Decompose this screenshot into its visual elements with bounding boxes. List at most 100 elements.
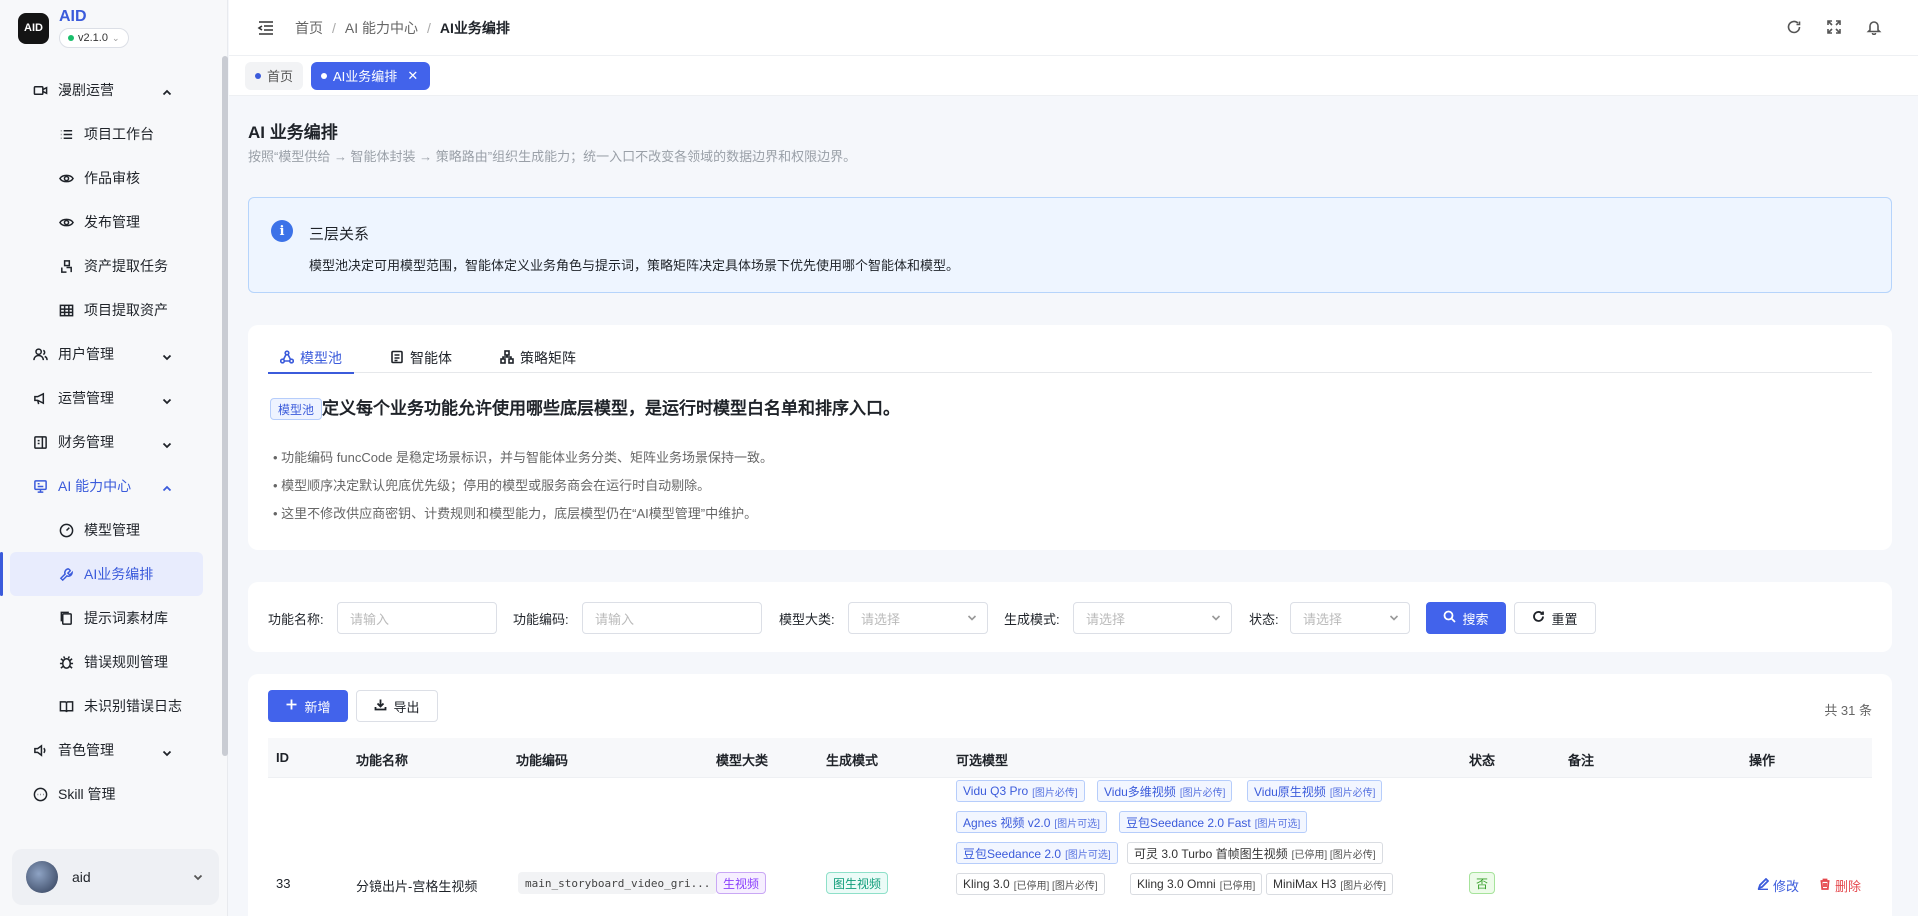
select-placeholder: 请选择	[1086, 611, 1126, 627]
page-title: AI 业务编排	[248, 123, 338, 142]
filter-label-category: 模型大类:	[779, 612, 835, 627]
model-tag-name: Kling 3.0	[963, 877, 1010, 891]
model-pool-bullet: • 模型顺序决定默认兜底优先级；停用的模型或服务商会在运行时自动剔除。	[273, 478, 711, 493]
sidebar-item-project-assets[interactable]: 项目提取资产	[0, 288, 214, 332]
refresh-icon[interactable]	[1786, 19, 1802, 38]
chevron-down-icon	[162, 349, 172, 361]
sidebar-item-label: Skill 管理	[58, 786, 116, 802]
column-header-mode[interactable]: 生成模式	[826, 750, 878, 769]
trash-icon	[1819, 878, 1831, 893]
wrench-icon	[58, 566, 74, 582]
chevron-down-icon: ⌄	[111, 32, 120, 43]
total-count: 共 31 条	[1824, 703, 1872, 718]
table-card: 新增 导出 共 31 条 ID 功能名称 功能编码 模型大类 生成模式 可选模型…	[248, 674, 1892, 916]
status-select[interactable]: 请选择	[1290, 602, 1410, 634]
column-header-category[interactable]: 模型大类	[716, 750, 768, 769]
add-button-label: 新增	[304, 699, 331, 715]
sidebar-item-model-management[interactable]: 模型管理	[0, 508, 214, 552]
book-icon	[58, 698, 74, 714]
sidebar-nav: 漫剧运营 项目工作台 作品审核 发布管理 资产提取任务 项目提取资产 用户管理	[0, 68, 214, 816]
brand-name: AID	[59, 8, 87, 25]
main-content: AI 业务编排 按照“模型供给 → 智能体封装 → 策略路由”组织生成能力；统一…	[229, 96, 1918, 916]
edit-label: 修改	[1773, 879, 1800, 894]
search-icon	[1443, 610, 1457, 626]
model-tag-note: [已停用] [图片必传]	[1013, 880, 1098, 892]
search-button[interactable]: 搜索	[1426, 602, 1506, 634]
row-function-name: 分镜出片-宫格生视频	[356, 879, 478, 894]
sidebar-item-error-rules[interactable]: 错误规则管理	[0, 640, 214, 684]
menu-collapse-icon[interactable]	[257, 19, 275, 37]
sidebar-item-label: 模型管理	[84, 522, 140, 538]
model-category-select[interactable]: 请选择	[848, 602, 988, 634]
tag-dot-icon	[321, 72, 328, 79]
chevron-down-icon	[162, 393, 172, 405]
tag-home[interactable]: 首页	[245, 61, 304, 90]
sidebar-item-project-workbench[interactable]: 项目工作台	[0, 112, 214, 156]
sidebar-item-operations[interactable]: 运营管理	[0, 376, 214, 420]
version-label: v2.1.0	[78, 32, 108, 44]
bug-icon	[58, 654, 74, 670]
filter-label-code: 功能编码:	[513, 612, 569, 627]
row-mode-badge: 图生视频	[826, 872, 889, 894]
sidebar-item-voice-management[interactable]: 音色管理	[0, 728, 214, 772]
column-header-remark[interactable]: 备注	[1568, 750, 1594, 769]
user-card[interactable]: aid	[12, 849, 219, 905]
version-selector[interactable]: v2.1.0 ⌄	[59, 28, 129, 48]
function-code-input[interactable]: 请输入	[582, 602, 762, 634]
function-name-input[interactable]: 请输入	[337, 602, 497, 634]
column-header-code[interactable]: 功能编码	[516, 750, 568, 769]
video-icon	[32, 82, 48, 98]
eye-icon	[58, 170, 74, 186]
generation-mode-select[interactable]: 请选择	[1073, 602, 1232, 634]
layer-tabs-card: 模型池 智能体 策略矩阵 模型池 定义每个业务功能允许使用哪些底层模型，是运行时…	[248, 325, 1892, 550]
breadcrumb-home[interactable]: 首页	[295, 18, 323, 38]
sidebar-item-finance[interactable]: 财务管理	[0, 420, 214, 464]
list-icon	[58, 126, 74, 142]
page-subtitle: 按照“模型供给 → 智能体封装 → 策略路由”组织生成能力；统一入口不改变各领域…	[248, 149, 857, 164]
sidebar-item-publish[interactable]: 发布管理	[0, 200, 214, 244]
sidebar-item-unrecognized-errors[interactable]: 未识别错误日志	[0, 684, 214, 728]
files-icon	[58, 610, 74, 626]
sidebar-item-ai-orchestration[interactable]: AI业务编排	[0, 552, 203, 596]
sidebar-item-ai-center[interactable]: AI 能力中心	[0, 464, 214, 508]
sidebar-item-label: AI业务编排	[84, 566, 154, 582]
content-scrollbar[interactable]	[1908, 96, 1914, 276]
brand-logo[interactable]: AID	[18, 12, 49, 44]
sidebar-item-label: 财务管理	[58, 434, 114, 450]
filter-label-status: 状态:	[1249, 612, 1279, 627]
sidebar-item-user-management[interactable]: 用户管理	[0, 332, 214, 376]
reset-button[interactable]: 重置	[1514, 602, 1596, 634]
bell-icon[interactable]	[1866, 19, 1882, 38]
column-header-actions[interactable]: 操作	[1749, 750, 1775, 769]
breadcrumb: 首页 / AI 能力中心 / AI业务编排	[295, 18, 510, 38]
sidebar-item-skill-management[interactable]: Skill 管理	[0, 772, 214, 816]
column-header-models[interactable]: 可选模型	[956, 750, 1008, 769]
tab-model-pool[interactable]: 模型池	[268, 343, 354, 374]
sidebar-item-prompt-library[interactable]: 提示词素材库	[0, 596, 214, 640]
sidebar-item-asset-extract-tasks[interactable]: 资产提取任务	[0, 244, 214, 288]
chevron-down-icon	[1389, 611, 1399, 626]
delete-button[interactable]: 删除	[1819, 876, 1861, 895]
sidebar-item-label: 运营管理	[58, 390, 114, 406]
column-header-name[interactable]: 功能名称	[356, 750, 408, 769]
close-icon[interactable]: ✕	[407, 68, 418, 84]
add-button[interactable]: 新增	[268, 690, 348, 722]
breadcrumb-ai-center[interactable]: AI 能力中心	[345, 18, 418, 38]
tag-ai-orchestration[interactable]: AI业务编排 ✕	[311, 61, 431, 90]
edit-button[interactable]: 修改	[1757, 876, 1799, 895]
model-tag-note: [图片必传]	[1329, 787, 1376, 799]
column-header-status[interactable]: 状态	[1469, 750, 1495, 769]
fullscreen-icon[interactable]	[1826, 19, 1842, 38]
tab-strategy-matrix[interactable]: 策略矩阵	[488, 343, 588, 373]
tab-agent[interactable]: 智能体	[378, 343, 464, 373]
sidebar-scrollbar[interactable]	[222, 56, 228, 756]
model-pool-bullet: • 功能编码 funcCode 是稳定场景标识，并与智能体业务分类、矩阵业务场景…	[273, 450, 774, 465]
tab-label: 模型池	[300, 350, 342, 366]
model-tag: 可灵 3.0 Turbo 首帧图生视频 [已停用] [图片必传]	[1127, 842, 1383, 864]
sidebar-item-comic-ops[interactable]: 漫剧运营	[0, 68, 214, 112]
model-tag-note: [图片必传]	[1032, 787, 1078, 799]
export-button[interactable]: 导出	[356, 690, 438, 722]
column-header-id[interactable]: ID	[276, 750, 289, 765]
chevron-down-icon	[967, 611, 977, 626]
sidebar-item-work-review[interactable]: 作品审核	[0, 156, 214, 200]
